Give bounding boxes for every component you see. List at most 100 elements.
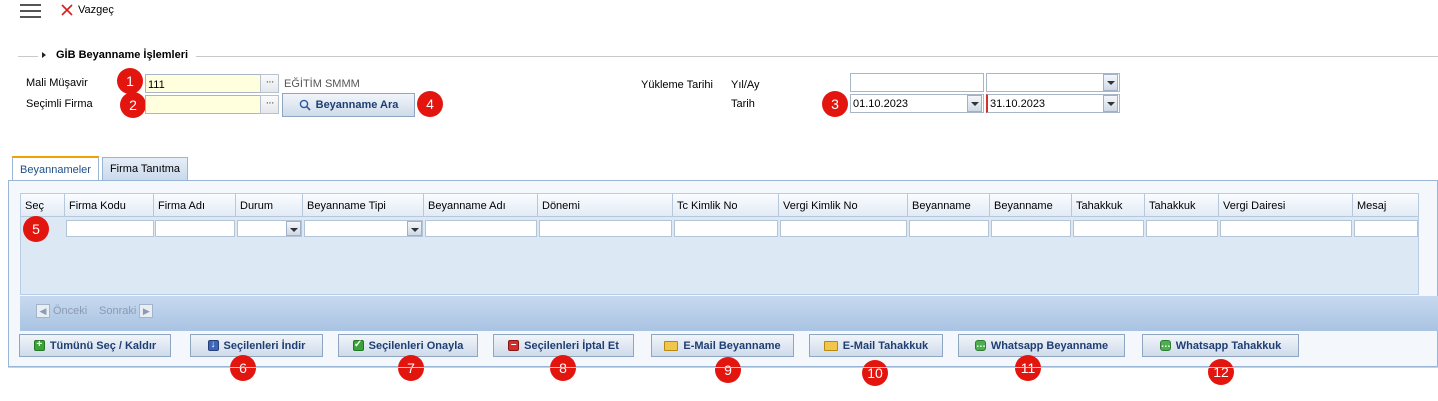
tab-firma-tanitma[interactable]: Firma Tanıtma — [102, 157, 188, 181]
email-tahakkuk-button[interactable]: E-Mail Tahakkuk — [809, 334, 943, 357]
filter-beyanname-adi[interactable] — [425, 220, 537, 237]
ay-dropdown-icon[interactable] — [1103, 74, 1118, 91]
section-title: GİB Beyanname İşlemleri — [56, 49, 189, 61]
column-header-tahakkuk-2[interactable]: Tahakkuk — [1145, 194, 1219, 216]
whatsapp-tahakkuk-button[interactable]: … Whatsapp Tahakkuk — [1142, 334, 1299, 357]
top-toolbar: Vazgeç — [0, 0, 1438, 26]
column-header-vergi-kimlik-no[interactable]: Vergi Kimlik No — [779, 194, 908, 216]
email-beyanname-label: E-Mail Beyanname — [683, 339, 781, 352]
section-header[interactable]: GİB Beyanname İşlemleri — [38, 49, 197, 61]
hamburger-menu-icon[interactable] — [20, 3, 42, 19]
download-selected-label: Seçilenleri İndir — [223, 339, 306, 352]
chat-icon: … — [1159, 339, 1171, 351]
filter-beyanname-2[interactable] — [991, 220, 1071, 237]
mali-musavir-input[interactable] — [145, 74, 261, 93]
email-tahakkuk-label: E-Mail Tahakkuk — [842, 339, 929, 352]
badge-10: 10 — [862, 360, 888, 386]
date-start-field[interactable]: 01.10.2023 — [850, 94, 984, 113]
column-header-beyanname-2[interactable]: Beyanname — [990, 194, 1072, 216]
whatsapp-beyanname-label: Whatsapp Beyanname — [990, 339, 1109, 352]
date-end-picker[interactable]: 31.10.2023 — [986, 94, 1120, 113]
badge-3: 3 — [822, 91, 848, 117]
mali-musavir-label: Mali Müşavir — [26, 77, 88, 89]
column-header-mesaj[interactable]: Mesaj — [1353, 194, 1419, 216]
badge-9: 9 — [715, 357, 741, 383]
download-icon: ↓ — [207, 339, 219, 351]
filter-beyanname-1[interactable] — [909, 220, 989, 237]
whatsapp-beyanname-button[interactable]: … Whatsapp Beyanname — [958, 334, 1125, 357]
pager-prev-button[interactable]: ◀ Önceki — [36, 304, 87, 318]
column-header-beyanname-1[interactable]: Beyanname — [908, 194, 990, 216]
pager-next-button[interactable]: Sonraki ▶ — [99, 304, 154, 318]
filter-tahakkuk-2[interactable] — [1146, 220, 1218, 237]
filter-vergi-kimlik-no[interactable] — [780, 220, 907, 237]
beyanname-ara-label: Beyanname Ara — [315, 99, 399, 111]
filter-mesaj[interactable] — [1354, 220, 1418, 237]
badge-1: 1 — [117, 68, 143, 94]
cancel-button[interactable]: Vazgeç — [60, 2, 114, 18]
badge-2: 2 — [120, 92, 146, 118]
secimli-firma-input[interactable] — [145, 95, 261, 114]
filter-beyanname-tipi[interactable] — [304, 220, 423, 237]
column-header-durum[interactable]: Durum — [236, 194, 303, 216]
close-icon — [61, 4, 73, 16]
badge-5: 5 — [23, 216, 49, 242]
yil-input[interactable] — [850, 73, 984, 92]
date-end-field[interactable]: 31.10.2023 — [986, 94, 1120, 113]
select-all-label: Tümünü Seç / Kaldır — [49, 339, 157, 352]
whatsapp-tahakkuk-label: Whatsapp Tahakkuk — [1175, 339, 1282, 352]
pager-next-label: Sonraki — [99, 305, 137, 317]
filter-firma-kodu[interactable] — [66, 220, 154, 237]
minus-icon: – — [508, 339, 520, 351]
column-header-sec[interactable]: Seç — [21, 194, 65, 216]
yukleme-tarihi-label: Yükleme Tarihi — [641, 79, 713, 91]
cancel-selected-button[interactable]: – Seçilenleri İptal Et — [493, 334, 634, 357]
check-icon: ✓ — [352, 339, 364, 351]
column-header-vergi-dairesi[interactable]: Vergi Dairesi — [1219, 194, 1353, 216]
filter-tahakkuk-1[interactable] — [1073, 220, 1144, 237]
filter-tc-kimlik-no[interactable] — [674, 220, 778, 237]
column-header-firma-adi[interactable]: Firma Adı — [154, 194, 236, 216]
filter-firma-adi[interactable] — [155, 220, 235, 237]
column-header-tahakkuk-1[interactable]: Tahakkuk — [1072, 194, 1145, 216]
approve-selected-label: Seçilenleri Onayla — [368, 339, 464, 352]
collapse-arrow-icon — [42, 52, 46, 58]
mail-icon — [664, 340, 679, 351]
column-header-beyanname-tipi[interactable]: Beyanname Tipi — [303, 194, 424, 216]
panel-bottom-border — [8, 367, 1438, 368]
select-all-button[interactable]: + Tümünü Seç / Kaldır — [19, 334, 171, 357]
badge-11: 11 — [1015, 355, 1041, 381]
mail-icon — [823, 340, 838, 351]
date-start-picker[interactable]: 01.10.2023 — [850, 94, 984, 113]
column-header-beyanname-adi[interactable]: Beyanname Adı — [424, 194, 538, 216]
mali-musavir-name: EĞİTİM SMMM — [284, 78, 360, 90]
beyanname-ara-button[interactable]: Beyanname Ara — [282, 93, 415, 117]
column-header-firma-kodu[interactable]: Firma Kodu — [65, 194, 154, 216]
email-beyanname-button[interactable]: E-Mail Beyanname — [651, 334, 794, 357]
mali-musavir-lookup-button[interactable]: ··· — [260, 74, 279, 93]
badge-12: 12 — [1208, 359, 1234, 385]
download-selected-button[interactable]: ↓ Seçilenleri İndir — [190, 334, 323, 357]
search-icon — [299, 99, 311, 111]
ay-select[interactable] — [986, 73, 1120, 92]
filter-donemi[interactable] — [539, 220, 672, 237]
secimli-firma-lookup-button[interactable]: ··· — [260, 95, 279, 114]
filter-beyanname-tipi-dropdown-icon[interactable] — [407, 221, 422, 236]
cancel-button-label: Vazgeç — [78, 4, 114, 16]
tab-beyannameler[interactable]: Beyannameler — [12, 156, 99, 181]
badge-6: 6 — [230, 355, 256, 381]
beyanname-grid: Seç Firma Kodu Firma Adı Durum Beyanname… — [20, 193, 1419, 295]
column-header-tc-kimlik-no[interactable]: Tc Kimlik No — [673, 194, 779, 216]
column-header-donemi[interactable]: Dönemi — [538, 194, 673, 216]
filter-vergi-dairesi[interactable] — [1220, 220, 1352, 237]
chevron-left-icon: ◀ — [36, 304, 50, 318]
plus-icon: + — [33, 339, 45, 351]
chat-icon: … — [974, 339, 986, 351]
filter-durum-dropdown-icon[interactable] — [286, 221, 301, 236]
filter-durum[interactable] — [237, 220, 302, 237]
ay-select-field[interactable] — [986, 73, 1120, 92]
date-start-dropdown-icon[interactable] — [967, 95, 982, 112]
cancel-selected-label: Seçilenleri İptal Et — [524, 339, 619, 352]
approve-selected-button[interactable]: ✓ Seçilenleri Onayla — [338, 334, 478, 357]
date-end-dropdown-icon[interactable] — [1103, 95, 1118, 112]
